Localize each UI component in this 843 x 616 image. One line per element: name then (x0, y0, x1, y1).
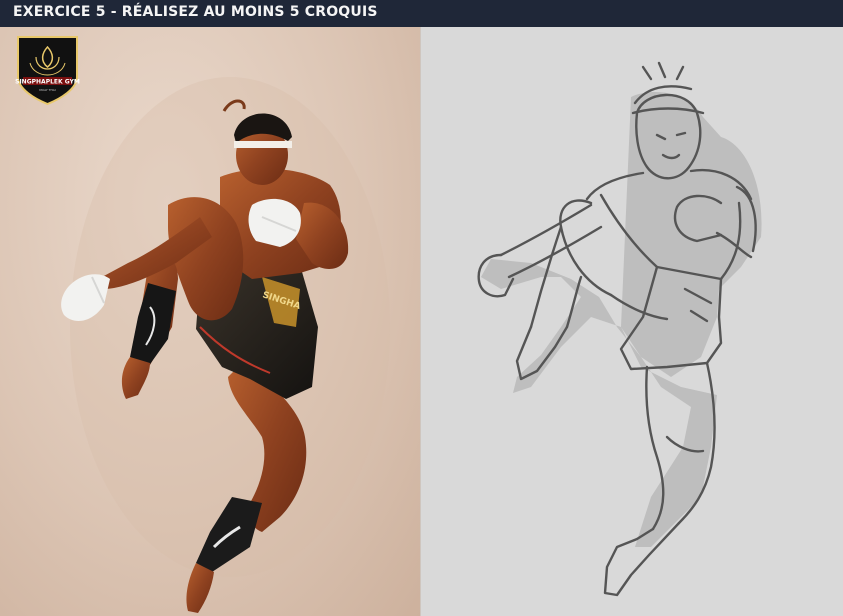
fighter-sketch (477, 61, 762, 597)
fighter-photo: SINGHA (61, 77, 390, 613)
exercise-title: EXERCICE 5 - RÉALISEZ AU MOINS 5 CROQUIS (13, 4, 378, 20)
gym-logo: SINGPHAPLEK GYM MUAY THAI (15, 36, 80, 105)
sketch-canvas (421, 27, 843, 616)
logo-caption: MUAY THAI (39, 88, 56, 92)
logo-name: SINGPHAPLEK GYM (15, 79, 80, 86)
reference-photo: SINGHA SINGPHAPLEK GYM MUAY THAI (0, 27, 421, 616)
title-bar: EXERCICE 5 - RÉALISEZ AU MOINS 5 CROQUIS (0, 0, 843, 27)
